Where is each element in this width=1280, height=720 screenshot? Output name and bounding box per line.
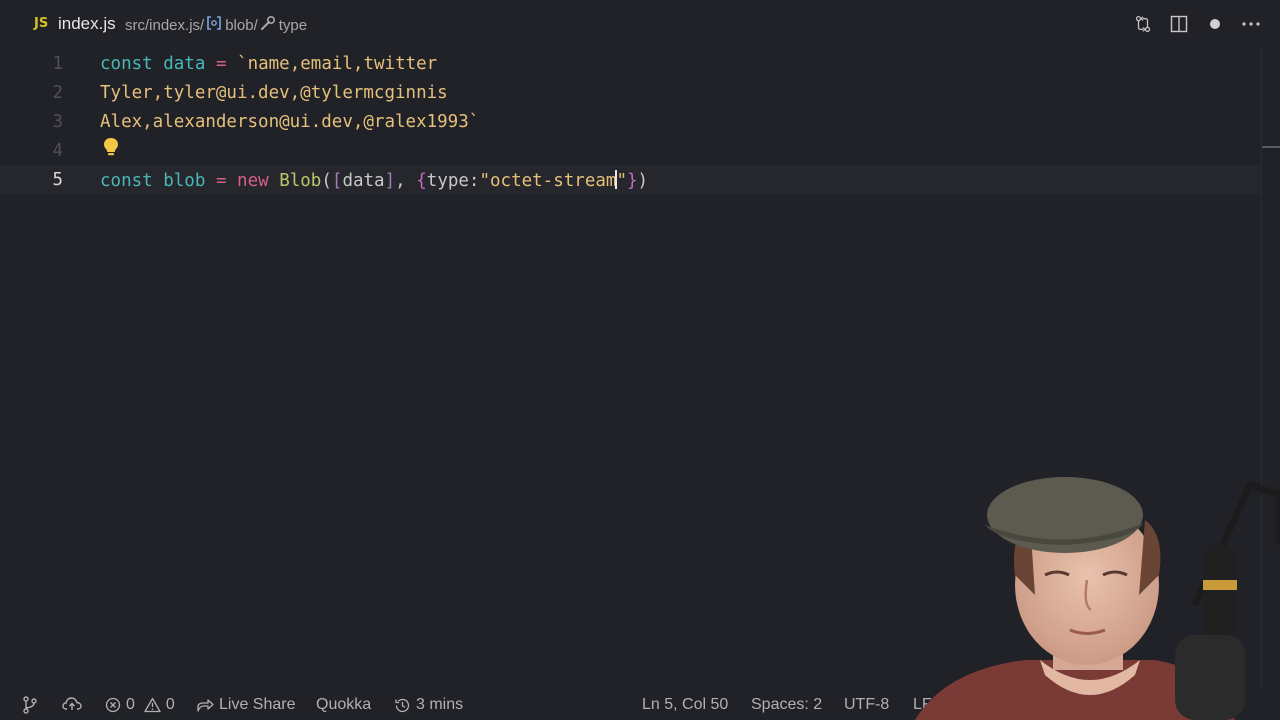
code-line[interactable]: 1 const data = `name,email,twitter: [0, 49, 1262, 78]
cursor-position[interactable]: Ln 5, Col 50: [642, 696, 728, 714]
encoding-selector[interactable]: UTF-8: [844, 696, 889, 714]
line-number: 2: [52, 83, 63, 103]
error-count: 0: [126, 696, 135, 713]
split-editor-icon: [1170, 15, 1188, 33]
breadcrumb-type[interactable]: type: [279, 17, 307, 34]
unsaved-dot-icon: [1210, 19, 1220, 29]
symbol-object-icon: [206, 16, 222, 34]
indentation-selector[interactable]: Spaces: 2: [751, 696, 822, 714]
warning-icon: [144, 697, 161, 713]
ellipsis-icon: [1242, 22, 1260, 26]
problems-button[interactable]: 0 0: [105, 696, 175, 714]
unsaved-indicator[interactable]: [1206, 12, 1224, 36]
cursor-position-label: Ln 5, Col 50: [642, 696, 729, 713]
git-branch-icon: [23, 696, 37, 714]
error-icon: [105, 697, 121, 713]
compare-changes-icon: [1135, 15, 1151, 33]
sync-button[interactable]: [62, 696, 82, 712]
line-number: 5: [52, 170, 63, 190]
code-line-current[interactable]: 5 const blob = new Blob([data], {type:"o…: [0, 165, 1262, 194]
file-name[interactable]: index.js: [58, 14, 116, 34]
lightbulb-icon[interactable]: [103, 137, 119, 162]
timer-label: 3 mins: [416, 696, 464, 713]
live-share-icon: [197, 699, 214, 712]
wrench-icon: [260, 15, 276, 35]
editor-actions: [1134, 12, 1260, 36]
live-share-button[interactable]: Live Share: [196, 696, 296, 714]
scrollbar-cursor-marker: [1262, 146, 1280, 148]
indentation-label: Spaces: 2: [751, 696, 823, 713]
presenter-webcam-overlay: [905, 465, 1280, 720]
code-text[interactable]: Tyler,tyler@ui.dev,@tylermcginnis: [100, 83, 448, 103]
code-line[interactable]: 3 Alex,alexanderson@ui.dev,@ralex1993`: [0, 107, 1262, 136]
javascript-file-icon: JS: [34, 16, 49, 31]
code-text[interactable]: Alex,alexanderson@ui.dev,@ralex1993`: [100, 112, 479, 132]
quokka-button[interactable]: Quokka: [316, 696, 371, 714]
source-control-button[interactable]: [22, 696, 38, 714]
encoding-label: UTF-8: [844, 696, 890, 713]
line-number: 1: [52, 54, 63, 74]
live-share-label: Live Share: [219, 696, 296, 713]
session-timer[interactable]: 3 mins: [394, 696, 463, 714]
cloud-upload-icon: [62, 697, 82, 710]
code-line[interactable]: 4: [0, 136, 1262, 165]
more-actions-button[interactable]: [1242, 12, 1260, 36]
line-number: 3: [52, 112, 63, 132]
quokka-label: Quokka: [316, 696, 372, 713]
code-text[interactable]: const blob = new Blob([data], {type:"oct…: [100, 170, 648, 191]
breadcrumb: src/index.js/ blob/ type: [125, 15, 307, 35]
code-text[interactable]: const data = `name,email,twitter: [100, 54, 437, 74]
line-number: 4: [52, 141, 63, 161]
open-changes-button[interactable]: [1134, 12, 1152, 36]
breadcrumb-blob[interactable]: blob/: [225, 17, 258, 34]
warning-count: 0: [165, 696, 175, 713]
code-line[interactable]: 2 Tyler,tyler@ui.dev,@tylermcginnis: [0, 78, 1262, 107]
split-editor-button[interactable]: [1170, 12, 1188, 36]
history-clock-icon: [395, 698, 410, 712]
breadcrumb-path[interactable]: src/index.js/: [125, 17, 204, 34]
editor-tab-bar: JS index.js src/index.js/ blob/ type: [0, 0, 1280, 48]
